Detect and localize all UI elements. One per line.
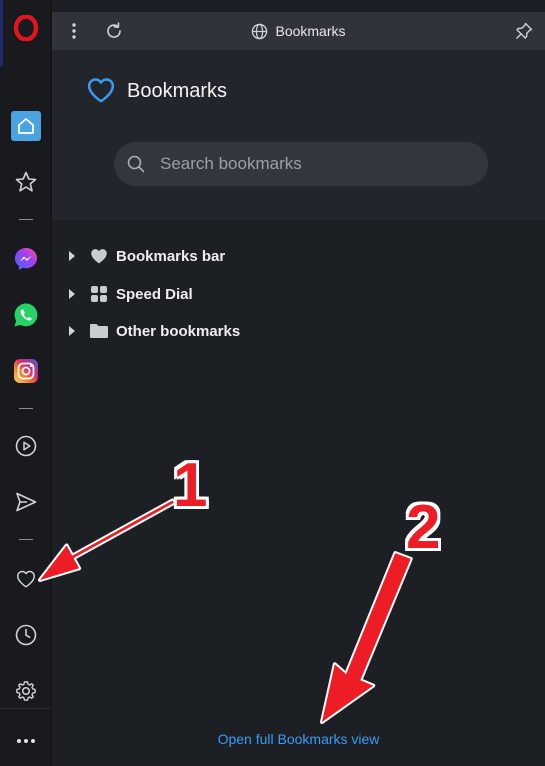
open-full-bookmarks-link[interactable]: Open full Bookmarks view bbox=[52, 731, 545, 747]
sidebar-divider bbox=[0, 708, 51, 709]
search-input[interactable] bbox=[158, 153, 462, 175]
instagram-icon bbox=[13, 359, 38, 383]
search-box[interactable] bbox=[114, 142, 488, 186]
whatsapp-icon bbox=[14, 303, 37, 327]
sidebar-item-settings[interactable] bbox=[0, 671, 51, 711]
sidebar-separator bbox=[19, 408, 33, 409]
pin-icon[interactable] bbox=[514, 21, 534, 46]
tree-item-bookmarks-bar[interactable]: Bookmarks bar bbox=[68, 244, 225, 268]
sidebar-item-instagram[interactable] bbox=[0, 351, 51, 391]
tree-item-speed-dial[interactable]: Speed Dial bbox=[68, 282, 193, 306]
messenger-icon bbox=[14, 248, 37, 270]
tree-item-label: Speed Dial bbox=[116, 285, 193, 303]
tree-item-other-bookmarks[interactable]: Other bookmarks bbox=[68, 319, 240, 343]
search-icon bbox=[126, 154, 146, 174]
sidebar-item-player[interactable] bbox=[0, 426, 51, 466]
grid-icon bbox=[82, 285, 116, 303]
sidebar-item-bookmarks[interactable] bbox=[0, 559, 51, 599]
heart-icon bbox=[82, 247, 116, 265]
star-icon bbox=[15, 171, 36, 192]
expand-caret-icon[interactable] bbox=[68, 325, 82, 337]
folder-icon bbox=[82, 323, 116, 339]
settings-icon bbox=[15, 681, 36, 701]
bookmarks-panel: Bookmarks Bookmarks Bookmarks bar Speed … bbox=[52, 0, 545, 766]
player-icon bbox=[15, 435, 36, 457]
more-icon bbox=[16, 739, 35, 743]
sidebar-item-speed-dial[interactable] bbox=[0, 162, 51, 202]
annotation-number-1: 1 bbox=[173, 451, 208, 520]
annotation-number-2: 2 bbox=[406, 493, 441, 562]
sidebar-item-flow[interactable] bbox=[0, 482, 51, 522]
tree-item-label: Bookmarks bar bbox=[116, 247, 226, 265]
sidebar-item-home[interactable] bbox=[0, 106, 51, 146]
panel-toolbar: Bookmarks bbox=[52, 12, 545, 50]
panel-header bbox=[52, 50, 545, 220]
expand-caret-icon[interactable] bbox=[68, 250, 82, 262]
opera-logo-icon[interactable] bbox=[0, 8, 51, 48]
toolbar-title: Bookmarks bbox=[275, 23, 346, 39]
expand-caret-icon[interactable] bbox=[68, 288, 82, 300]
sidebar-separator bbox=[19, 539, 33, 540]
sidebar-item-history[interactable] bbox=[0, 615, 51, 655]
heart-icon bbox=[86, 76, 116, 109]
sidebar-item-messenger[interactable] bbox=[0, 239, 51, 279]
page-title: Bookmarks bbox=[127, 80, 228, 102]
send-icon bbox=[15, 492, 36, 512]
history-icon bbox=[15, 624, 36, 646]
globe-icon bbox=[251, 23, 268, 40]
sidebar-item-whatsapp[interactable] bbox=[0, 295, 51, 335]
tree-item-label: Other bookmarks bbox=[116, 322, 241, 340]
sidebar-separator bbox=[19, 219, 33, 220]
heart-icon bbox=[16, 570, 35, 588]
sidebar-item-more[interactable] bbox=[0, 721, 51, 761]
home-icon bbox=[10, 111, 41, 141]
sidebar bbox=[0, 0, 52, 766]
toolbar-title-group: Bookmarks bbox=[52, 12, 545, 50]
